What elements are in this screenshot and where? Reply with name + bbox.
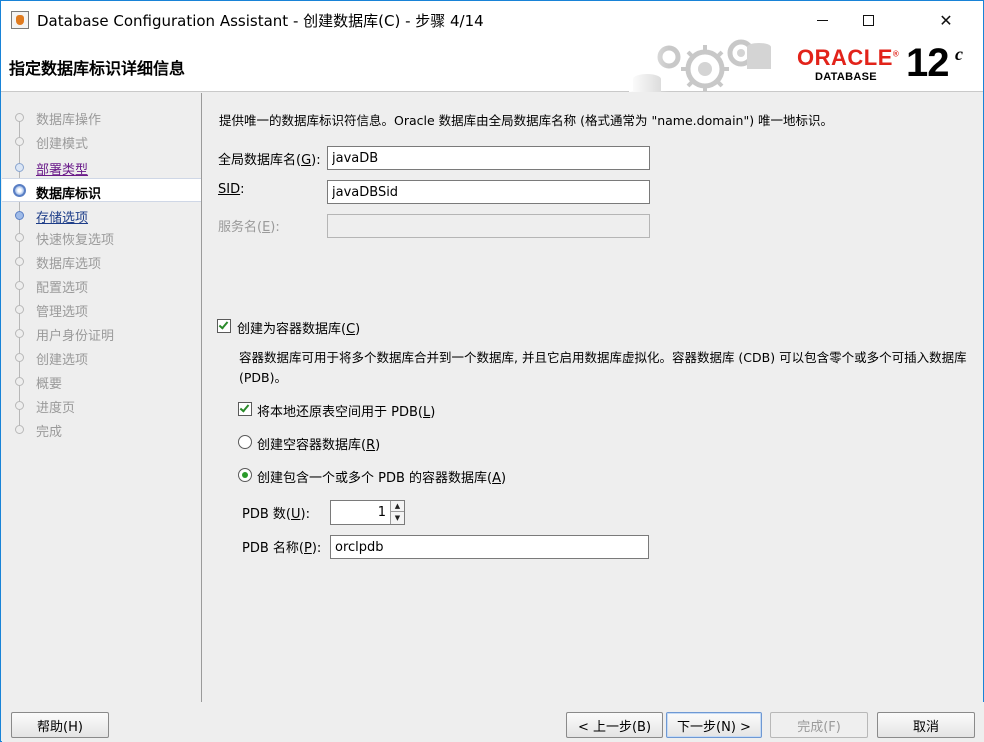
step-indicator-icon — [15, 257, 24, 266]
checkmark-icon — [218, 319, 229, 330]
container-db-label[interactable]: 创建为容器数据库(C) — [237, 318, 360, 337]
nav-step-label: 数据库选项 — [36, 257, 102, 272]
version-number: 12 — [906, 41, 949, 85]
nav-step-configuration-options: 配置选项 — [2, 273, 201, 297]
local-undo-checkbox[interactable] — [238, 402, 252, 416]
step-navigation: 数据库操作 创建模式 部署类型 数据库标识 存储选项 快速恢复选项 数据库选项 — [2, 93, 202, 702]
step-indicator-icon — [15, 377, 24, 386]
empty-cdb-label[interactable]: 创建空容器数据库(R) — [257, 434, 380, 453]
window-title: Database Configuration Assistant - 创建数据库… — [37, 11, 484, 30]
empty-cdb-radio[interactable] — [238, 435, 252, 449]
close-button[interactable]: ✕ — [923, 1, 969, 39]
step-indicator-icon — [15, 401, 24, 410]
service-name-input — [327, 214, 650, 238]
nav-step-label: 创建模式 — [36, 137, 89, 152]
container-db-description: 容器数据库可用于将多个数据库合并到一个数据库, 并且它启用数据库虚拟化。容器数据… — [239, 350, 967, 385]
page-title: 指定数据库标识详细信息 — [9, 59, 186, 78]
close-icon: ✕ — [939, 10, 953, 30]
cancel-button[interactable]: 取消 — [877, 712, 975, 738]
title-bar: Database Configuration Assistant - 创建数据库… — [1, 1, 983, 39]
nav-step-label[interactable]: 部署类型 — [36, 159, 88, 178]
nav-step-label: 概要 — [36, 377, 63, 392]
step-indicator-icon — [15, 425, 24, 434]
sid-label: SID: — [218, 182, 245, 197]
step-indicator-icon — [15, 113, 24, 122]
nav-step-database-options: 数据库选项 — [2, 249, 201, 273]
gears-decoration-icon — [629, 39, 771, 92]
dbca-window: Database Configuration Assistant - 创建数据库… — [0, 0, 984, 742]
stepper-down-icon[interactable]: ▼ — [391, 512, 404, 523]
minimize-button[interactable] — [799, 1, 845, 39]
nav-step-label: 创建选项 — [36, 353, 89, 368]
container-db-checkbox[interactable] — [217, 319, 231, 333]
pdb-name-input[interactable] — [330, 535, 649, 559]
maximize-button[interactable] — [845, 1, 891, 39]
maximize-icon — [862, 14, 874, 26]
global-db-name-input[interactable] — [327, 146, 650, 170]
nav-step-label: 快速恢复选项 — [36, 233, 115, 248]
nav-step-label: 进度页 — [36, 401, 76, 416]
stepper-arrows: ▲ ▼ — [390, 501, 404, 524]
nav-step-label: 数据库标识 — [36, 187, 102, 202]
finish-button: 完成(F) — [770, 712, 868, 738]
step-indicator-icon — [15, 163, 24, 172]
nav-step-label: 数据库操作 — [36, 113, 102, 128]
nav-step-label[interactable]: 存储选项 — [36, 207, 88, 226]
nav-step-database-operation: 数据库操作 — [2, 105, 201, 129]
nav-step-progress-page: 进度页 — [2, 393, 201, 417]
cdb-with-pdb-label[interactable]: 创建包含一个或多个 PDB 的容器数据库(A) — [257, 467, 506, 486]
main-content: 提供唯一的数据库标识符信息。Oracle 数据库由全局数据库名称 (格式通常为 … — [203, 93, 983, 702]
step-indicator-icon — [15, 233, 24, 242]
pdb-count-label: PDB 数(U): — [242, 507, 310, 522]
page-header: 指定数据库标识详细信息 ORACLE® DATABASE 12 c — [1, 39, 983, 92]
step-indicator-icon — [15, 281, 24, 290]
step-indicator-icon — [15, 137, 24, 146]
oracle-logo: ORACLE® DATABASE — [797, 45, 903, 85]
pdb-name-label: PDB 名称(P): — [242, 541, 322, 556]
oracle-database-label: DATABASE — [815, 71, 877, 83]
version-suffix: c — [955, 44, 963, 64]
java-app-icon — [11, 11, 29, 29]
nav-step-finish: 完成 — [2, 417, 201, 441]
sid-input[interactable] — [327, 180, 650, 204]
nav-step-deployment-type[interactable]: 部署类型 — [2, 155, 201, 179]
local-undo-label[interactable]: 将本地还原表空间用于 PDB(L) — [257, 401, 435, 420]
service-name-label: 服务名(E): — [218, 220, 280, 235]
nav-step-label: 管理选项 — [36, 305, 89, 320]
back-button[interactable]: < 上一步(B) — [566, 712, 663, 738]
nav-step-fast-recovery: 快速恢复选项 — [2, 225, 201, 249]
cdb-with-pdb-radio[interactable] — [238, 468, 252, 482]
checkmark-icon — [239, 402, 250, 413]
nav-step-creation-options: 创建选项 — [2, 345, 201, 369]
pdb-count-stepper[interactable]: 1 ▲ ▼ — [330, 500, 405, 525]
help-button[interactable]: 帮助(H) — [11, 712, 109, 738]
nav-step-label: 完成 — [36, 425, 63, 440]
nav-step-creation-mode: 创建模式 — [2, 129, 201, 153]
step-indicator-icon — [15, 211, 24, 220]
next-button[interactable]: 下一步(N) > — [666, 712, 762, 738]
nav-step-label: 用户身份证明 — [36, 329, 115, 344]
pdb-count-value[interactable]: 1 — [378, 505, 386, 520]
nav-step-user-credentials: 用户身份证明 — [2, 321, 201, 345]
nav-step-summary: 概要 — [2, 369, 201, 393]
step-indicator-icon — [15, 305, 24, 314]
radio-selected-icon — [242, 472, 248, 478]
nav-step-database-identification[interactable]: 数据库标识 — [2, 178, 201, 202]
nav-step-storage-option[interactable]: 存储选项 — [2, 203, 201, 227]
minimize-icon — [816, 19, 828, 21]
nav-step-management-options: 管理选项 — [2, 297, 201, 321]
oracle-wordmark: ORACLE® — [797, 45, 900, 70]
step-indicator-icon — [15, 329, 24, 338]
stepper-up-icon[interactable]: ▲ — [391, 501, 404, 512]
button-bar: 帮助(H) < 上一步(B) 下一步(N) > 完成(F) 取消 — [2, 702, 984, 742]
nav-step-label: 配置选项 — [36, 281, 89, 296]
global-db-name-label: 全局数据库名(G): — [218, 153, 321, 168]
current-step-icon — [13, 184, 26, 197]
intro-text: 提供唯一的数据库标识符信息。Oracle 数据库由全局数据库名称 (格式通常为 … — [219, 113, 834, 128]
step-indicator-icon — [15, 353, 24, 362]
